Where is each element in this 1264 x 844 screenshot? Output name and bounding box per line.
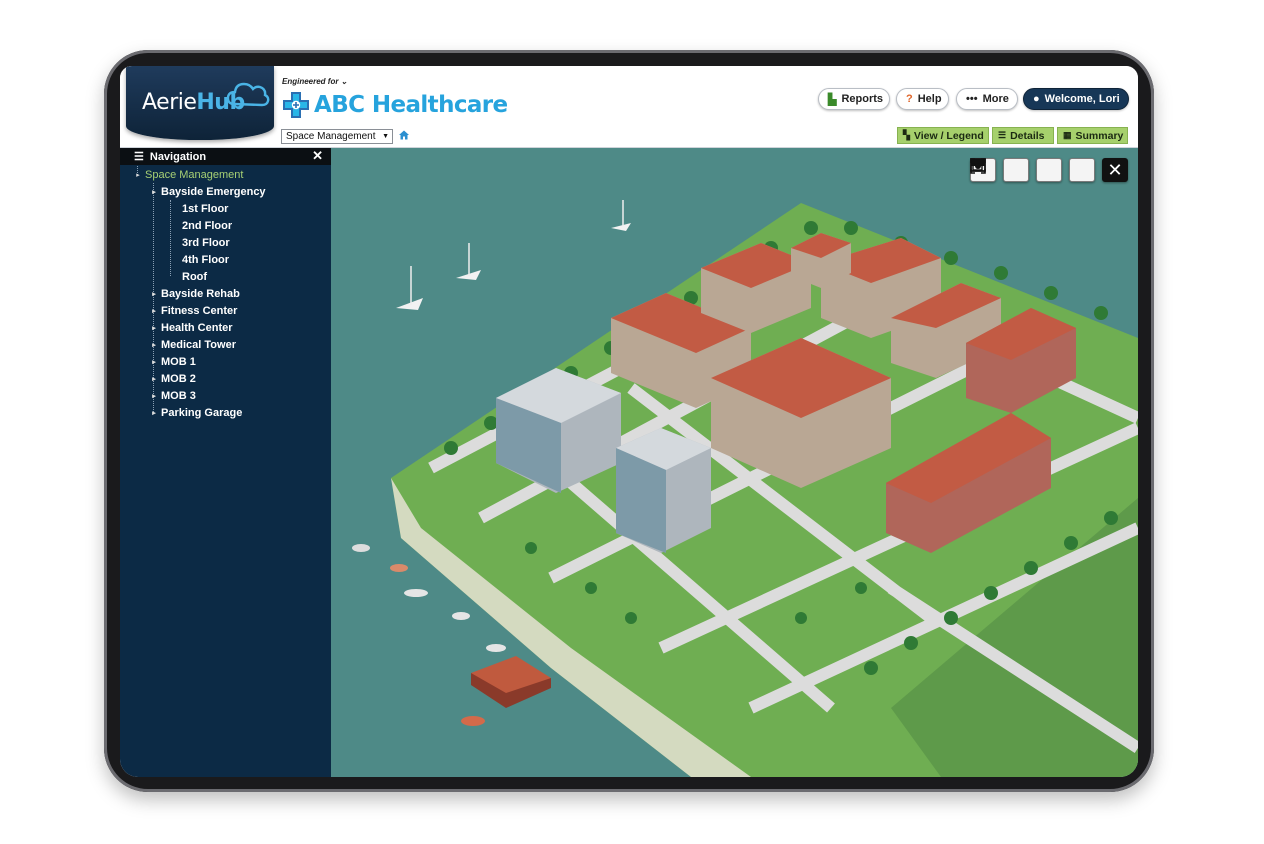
tree-expand-icon[interactable]: ▸ — [150, 341, 158, 349]
engineered-for-text: Engineered for — [282, 77, 339, 86]
tree-collapse-icon[interactable]: ▸ — [134, 171, 142, 179]
reports-label: Reports — [841, 93, 884, 105]
map-icon: ▚ — [903, 130, 910, 140]
campus-map-view[interactable]: ✕ — [331, 148, 1138, 777]
tree-item-3rd-floor[interactable]: 3rd Floor — [120, 234, 331, 251]
client-brand: ABC Healthcare — [280, 88, 508, 122]
tree-item-label: Parking Garage — [161, 406, 243, 419]
summary-button[interactable]: ▦ Summary — [1057, 127, 1128, 144]
user-menu-button[interactable]: ● Welcome, Lori — [1023, 88, 1129, 110]
map-toolbar: ✕ — [970, 158, 1128, 182]
layout-right-icon[interactable] — [970, 158, 1029, 182]
tree-item-label: Bayside Rehab — [161, 287, 240, 300]
logo-part-aerie: Aerie — [142, 90, 197, 115]
tree-item-label: MOB 3 — [161, 389, 196, 402]
engineered-for-label[interactable]: Engineered for ⌄ — [282, 77, 347, 86]
navigation-tree: ▸ Space Management ▸ Bayside Emergency 1… — [120, 165, 331, 421]
tree-item-parking-garage[interactable]: ▸ Parking Garage — [120, 404, 331, 421]
tree-expand-icon[interactable]: ▸ — [150, 307, 158, 315]
calculator-icon: ▦ — [1063, 130, 1072, 140]
close-icon[interactable]: ✕ — [1102, 158, 1128, 182]
tree-expand-icon[interactable]: ▸ — [150, 290, 158, 298]
home-icon[interactable] — [398, 129, 410, 141]
tree-expand-icon[interactable]: ▸ — [150, 324, 158, 332]
tree-expand-icon[interactable]: ▸ — [150, 409, 158, 417]
user-icon: ● — [1033, 93, 1040, 105]
view-legend-button[interactable]: ▚ View / Legend — [897, 127, 989, 144]
list-icon: ☰ — [998, 130, 1007, 140]
fullscreen-icon[interactable] — [970, 158, 1095, 182]
tree-item-label: Medical Tower — [161, 338, 236, 351]
tree-collapse-icon[interactable]: ▸ — [150, 188, 158, 196]
tree-item-medical-tower[interactable]: ▸ Medical Tower — [120, 336, 331, 353]
app-header: AerieHub Engineered for ⌄ ABC Healthcare… — [120, 66, 1138, 148]
chart-icon: ▙ — [828, 93, 837, 106]
healthcare-cross-icon — [283, 92, 309, 118]
campus-illustration — [331, 148, 1138, 777]
reports-button[interactable]: ▙ Reports — [818, 88, 890, 110]
close-icon[interactable]: ✕ — [312, 148, 323, 164]
ellipsis-icon: ••• — [966, 93, 978, 105]
details-button[interactable]: ☰ Details — [992, 127, 1054, 144]
tree-item-health-center[interactable]: ▸ Health Center — [120, 319, 331, 336]
tree-item-mob-3[interactable]: ▸ MOB 3 — [120, 387, 331, 404]
tree-expand-icon[interactable]: ▸ — [150, 375, 158, 383]
layout-split-icon[interactable] — [970, 158, 1062, 182]
tree-item-label: Fitness Center — [161, 304, 238, 317]
navigation-title: Navigation — [149, 150, 207, 163]
logo-part-hub: Hub — [196, 90, 245, 115]
fullscreen-glyph — [970, 158, 986, 174]
details-label: Details — [1010, 129, 1045, 142]
module-select-value: Space Management — [286, 131, 376, 142]
tree-item-label: 4th Floor — [182, 253, 230, 266]
tree-item-4th-floor[interactable]: 4th Floor — [120, 251, 331, 268]
caret-down-icon: ▼ — [382, 133, 389, 140]
summary-label: Summary — [1075, 129, 1124, 142]
view-legend-label: View / Legend — [913, 129, 984, 142]
more-label: More — [982, 93, 1009, 105]
tree-item-1st-floor[interactable]: 1st Floor — [120, 200, 331, 217]
tree-item-fitness-center[interactable]: ▸ Fitness Center — [120, 302, 331, 319]
tree-item-label: MOB 1 — [161, 355, 196, 368]
question-icon: ? — [906, 93, 913, 105]
sub-toolbar: Space Management ▼ ▚ View / Legend ☰ Det… — [120, 125, 1138, 148]
help-button[interactable]: ? Help — [896, 88, 949, 110]
client-name: ABC Healthcare — [314, 92, 508, 118]
tree-item-label: 3rd Floor — [182, 236, 230, 249]
tree-item-roof[interactable]: Roof — [120, 268, 331, 285]
tree-root-space-management[interactable]: ▸ Space Management — [120, 166, 331, 183]
welcome-label: Welcome, Lori — [1044, 93, 1120, 105]
tree-item-label: MOB 2 — [161, 372, 196, 385]
more-button[interactable]: ••• More — [956, 88, 1018, 110]
tree-item-bayside-rehab[interactable]: ▸ Bayside Rehab — [120, 285, 331, 302]
tree-item-label: Health Center — [161, 321, 233, 334]
app-screen: AerieHub Engineered for ⌄ ABC Healthcare… — [120, 66, 1138, 777]
tree-item-label: 1st Floor — [182, 202, 229, 215]
tree-item-2nd-floor[interactable]: 2nd Floor — [120, 217, 331, 234]
tree-item-mob-1[interactable]: ▸ MOB 1 — [120, 353, 331, 370]
tree-item-label: Roof — [182, 270, 208, 283]
navigation-panel: ☰ Navigation ✕ ▸ Space Management ▸ Bays… — [120, 148, 331, 777]
tree-expand-icon[interactable]: ▸ — [150, 358, 158, 366]
help-label: Help — [917, 93, 942, 105]
hamburger-icon[interactable]: ☰ — [134, 150, 144, 163]
tree-item-label: Bayside Emergency — [161, 185, 266, 198]
tree-item-label: 2nd Floor — [182, 219, 233, 232]
navigation-header: ☰ Navigation ✕ — [120, 148, 331, 165]
module-select[interactable]: Space Management ▼ — [281, 129, 393, 144]
tree-root-label: Space Management — [145, 168, 244, 181]
chevron-down-icon: ⌄ — [340, 77, 348, 86]
tree-item-bayside-emergency[interactable]: ▸ Bayside Emergency — [120, 183, 331, 200]
tree-expand-icon[interactable]: ▸ — [150, 392, 158, 400]
tree-item-mob-2[interactable]: ▸ MOB 2 — [120, 370, 331, 387]
logo-text: AerieHub — [142, 90, 245, 115]
